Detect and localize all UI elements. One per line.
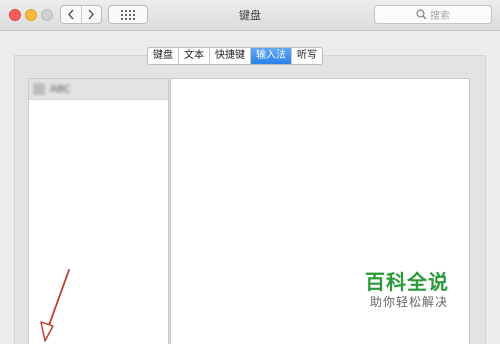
tab-shortcuts[interactable]: 快捷键: [209, 48, 250, 64]
tab-text[interactable]: 文本: [178, 48, 209, 64]
tab-bar: 键盘 文本 快捷键 输入法 听写: [147, 47, 323, 65]
tab-dictation[interactable]: 听写: [291, 48, 322, 64]
tab-input-sources[interactable]: 输入法: [250, 48, 291, 64]
tab-keyboard[interactable]: 键盘: [148, 48, 178, 64]
